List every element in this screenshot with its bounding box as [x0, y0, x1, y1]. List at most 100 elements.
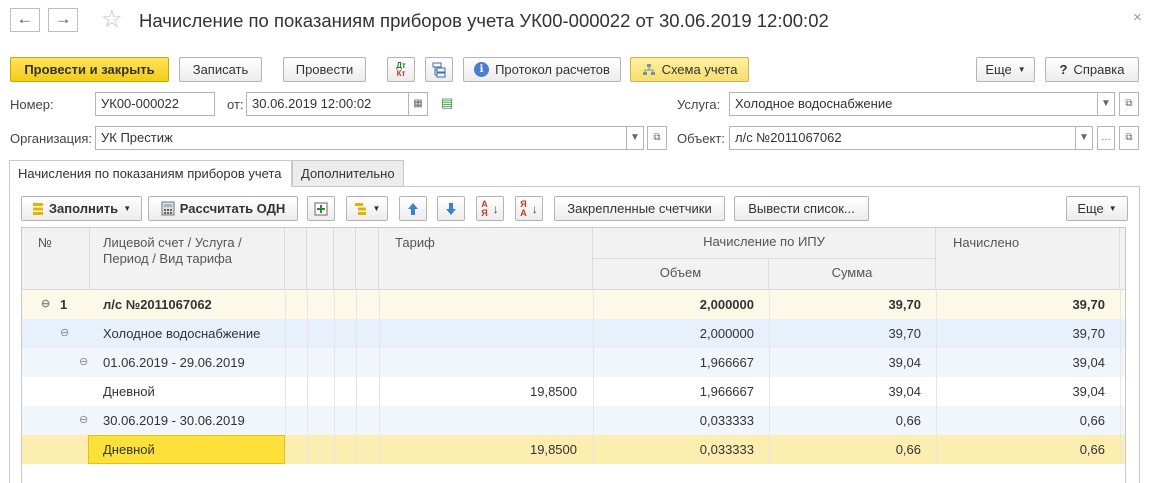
accounting-scheme-button[interactable]: Схема учета	[630, 57, 749, 82]
favorite-star-icon[interactable]: ☆	[101, 6, 123, 34]
collapse-icon[interactable]: ⊖	[60, 319, 69, 348]
row-accrued: 39,70	[1072, 297, 1105, 312]
table-row[interactable]: ⊖ 30.06.2019 - 30.06.2019 0,033333 0,66 …	[22, 406, 1125, 435]
table-row-selected[interactable]: Дневной 19,8500 0,033333 0,66 0,66	[22, 435, 1125, 464]
chevron-down-icon: ▼	[1108, 204, 1117, 213]
header-account[interactable]: Лицевой счет / Услуга / Период / Вид тар…	[90, 228, 285, 290]
row-tariff	[379, 290, 577, 319]
calc-protocol-label: Протокол расчетов	[495, 62, 610, 77]
table-row[interactable]: Дневной 19,8500 1,966667 39,04 39,04	[22, 377, 1125, 406]
fill-button[interactable]: Заполнить ▼	[21, 196, 142, 221]
object-field[interactable]: л/с №2011067062	[729, 126, 1077, 150]
object-select-icon[interactable]: …	[1097, 126, 1115, 150]
calc-odn-button[interactable]: Рассчитать ОДН	[148, 196, 298, 221]
tab-meter-accruals[interactable]: Начисления по показаниям приборов учета	[9, 160, 292, 187]
move-down-button[interactable]	[437, 196, 465, 221]
row-name: Холодное водоснабжение	[103, 326, 261, 341]
row-tariff	[379, 348, 577, 377]
row-volume: 0,033333	[699, 442, 754, 457]
post-and-close-button[interactable]: Провести и закрыть	[10, 57, 169, 82]
row-sum: 0,66	[895, 442, 921, 457]
org-label: Организация:	[10, 131, 93, 146]
header-extra-2[interactable]	[307, 228, 334, 290]
object-label: Объект:	[677, 131, 725, 146]
row-accrued: 0,66	[1079, 442, 1105, 457]
header-tariff[interactable]: Тариф	[379, 228, 593, 290]
org-field[interactable]: УК Престиж	[95, 126, 628, 150]
output-list-button[interactable]: Вывести список...	[734, 196, 869, 221]
table-row[interactable]: ⊖ 1 л/с №2011067062 2,000000 39,70 39,70	[22, 290, 1125, 319]
fill-label: Заполнить	[48, 201, 119, 216]
row-sum: 39,04	[888, 384, 921, 399]
fixed-meters-button[interactable]: Закрепленные счетчики	[554, 196, 725, 221]
header-extra-4[interactable]	[356, 228, 379, 290]
row-volume: 1,966667	[699, 384, 754, 399]
add-row-button[interactable]	[307, 196, 335, 221]
row-accrued: 39,04	[1072, 355, 1105, 370]
forward-button[interactable]: →	[48, 8, 78, 32]
more-label: Еще	[985, 62, 1012, 77]
header-extra-1[interactable]	[285, 228, 307, 290]
header-accrued[interactable]: Начислено	[936, 228, 1120, 290]
accounting-scheme-label: Схема учета	[661, 62, 738, 77]
post-button[interactable]: Провести	[283, 57, 366, 82]
table-row[interactable]: ⊖ Холодное водоснабжение 2,000000 39,70 …	[22, 319, 1125, 348]
table-more-button[interactable]: Еще ▼	[1066, 196, 1128, 221]
add-group-button[interactable]: ▼	[346, 196, 388, 221]
row-accrued: 0,66	[1079, 413, 1105, 428]
collapse-icon[interactable]: ⊖	[41, 290, 50, 319]
row-tariff: 19,8500	[530, 442, 577, 457]
chevron-down-icon: ▼	[372, 204, 381, 213]
row-accrued: 39,70	[1072, 326, 1105, 341]
object-open-icon[interactable]: ⧉	[1119, 126, 1139, 150]
post-label: Провести	[295, 62, 354, 77]
save-button[interactable]: Записать	[179, 57, 262, 82]
tab-additional[interactable]: Дополнительно	[292, 160, 404, 187]
row-tariff	[379, 319, 577, 348]
chevron-down-icon: ▼	[123, 204, 132, 213]
sort-asc-button[interactable]: А Я ↓	[476, 196, 504, 221]
row-volume: 1,966667	[699, 355, 754, 370]
org-open-icon[interactable]: ⧉	[647, 126, 667, 150]
collapse-icon[interactable]: ⊖	[79, 348, 88, 377]
row-sum: 39,70	[888, 297, 921, 312]
sort-desc-icon: ЯА	[520, 198, 527, 218]
header-extra-3[interactable]	[334, 228, 356, 290]
service-field[interactable]: Холодное водоснабжение	[729, 92, 1099, 116]
service-open-icon[interactable]: ⧉	[1119, 92, 1139, 116]
table-more-label: Еще	[1077, 201, 1104, 216]
chevron-down-icon: ▼	[1017, 65, 1026, 74]
table-row[interactable]: ⊖ 01.06.2019 - 29.06.2019 1,966667 39,04…	[22, 348, 1125, 377]
row-volume: 2,000000	[699, 297, 754, 312]
header-volume[interactable]: Объем	[593, 259, 769, 290]
calendar-icon[interactable]: ▦	[408, 92, 428, 116]
structure-button[interactable]	[425, 57, 453, 82]
close-icon[interactable]: ×	[1133, 9, 1142, 26]
dt-kt-button[interactable]: Дт Кт	[387, 57, 415, 82]
add-group-icon	[354, 202, 366, 215]
fill-icon	[32, 202, 43, 215]
row-name: л/с №2011067062	[103, 297, 212, 312]
dt-kt-icon: Дт Кт	[396, 60, 406, 78]
arrow-down-icon	[446, 202, 456, 215]
number-field[interactable]: УК00-000022	[95, 92, 215, 116]
arrow-up-icon	[408, 202, 418, 215]
more-menu-button[interactable]: Еще ▼	[976, 57, 1035, 82]
calc-protocol-button[interactable]: i Протокол расчетов	[463, 57, 621, 82]
org-dropdown-icon[interactable]: ▼	[626, 126, 644, 150]
collapse-icon[interactable]: ⊖	[79, 406, 88, 435]
move-up-button[interactable]	[399, 196, 427, 221]
date-field[interactable]: 30.06.2019 12:00:02	[246, 92, 409, 116]
object-dropdown-icon[interactable]: ▼	[1075, 126, 1093, 150]
service-dropdown-icon[interactable]: ▼	[1097, 92, 1115, 116]
document-status-icon[interactable]: ▤	[441, 95, 453, 111]
sort-desc-button[interactable]: Я А ↓	[515, 196, 543, 221]
row-name: 30.06.2019 - 30.06.2019	[103, 413, 245, 428]
accruals-table[interactable]: № Лицевой счет / Услуга / Период / Вид т…	[21, 227, 1126, 483]
header-sum[interactable]: Сумма	[769, 259, 936, 290]
header-num[interactable]: №	[22, 228, 90, 290]
help-button[interactable]: ? Справка	[1045, 57, 1139, 82]
fixed-meters-label: Закрепленные счетчики	[567, 201, 712, 216]
row-tariff: 19,8500	[530, 384, 577, 399]
back-button[interactable]: ←	[10, 8, 40, 32]
